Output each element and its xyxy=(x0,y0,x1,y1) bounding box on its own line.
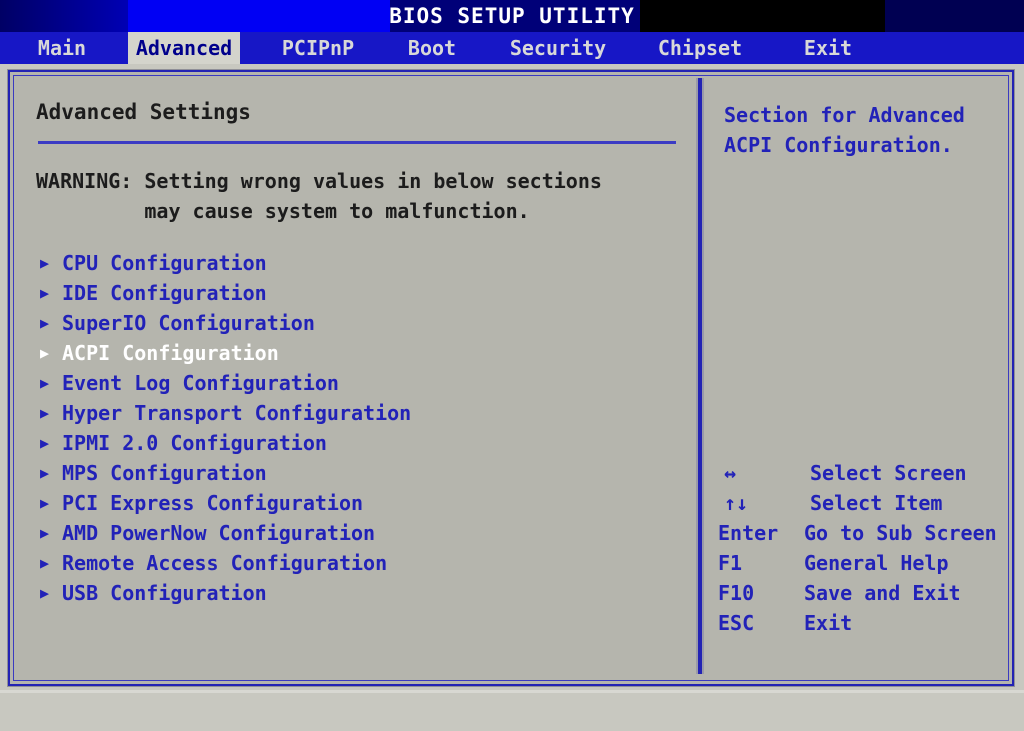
help-line-1: Section for Advanced xyxy=(724,103,965,127)
submenu-arrow-icon: ▶ xyxy=(40,284,50,302)
help-description: Section for Advanced ACPI Configuration. xyxy=(724,100,965,160)
menu-item-event-log-configuration[interactable]: ▶ Event Log Configuration xyxy=(36,368,676,398)
warning-line-2: may cause system to malfunction. xyxy=(36,199,530,223)
menu-item-label: USB Configuration xyxy=(62,581,267,605)
app-title: BIOS SETUP UTILITY xyxy=(389,4,635,28)
key-legend-key: F1 xyxy=(718,551,743,575)
key-legend-description: General Help xyxy=(804,551,949,575)
tab-main[interactable]: Main xyxy=(10,32,114,64)
heading-divider xyxy=(38,141,676,144)
menu-item-label: CPU Configuration xyxy=(62,251,267,275)
submenu-arrow-icon: ▶ xyxy=(40,584,50,602)
menu-item-label: AMD PowerNow Configuration xyxy=(62,521,376,545)
settings-panel: Advanced Settings WARNING: Setting wrong… xyxy=(18,80,690,672)
help-line-2: ACPI Configuration. xyxy=(724,133,953,157)
menu-item-amd-powernow-configuration[interactable]: ▶ AMD PowerNow Configuration xyxy=(36,518,676,548)
tab-chipset[interactable]: Chipset xyxy=(640,32,760,64)
menu-item-ipmi-2-0-configuration[interactable]: ▶ IPMI 2.0 Configuration xyxy=(36,428,676,458)
menu-item-label: SuperIO Configuration xyxy=(62,311,315,335)
key-legend-row: ↑↓ Select Item xyxy=(718,488,1004,518)
submenu-arrow-icon: ▶ xyxy=(40,464,50,482)
key-legend-description: Go to Sub Screen xyxy=(804,521,997,545)
key-legend-row: F1 General Help xyxy=(718,548,1004,578)
tab-exit[interactable]: Exit xyxy=(776,32,880,64)
key-legend-row: ↔ Select Screen xyxy=(718,458,1004,488)
tab-boot[interactable]: Boot xyxy=(396,32,468,64)
menu-item-label: Remote Access Configuration xyxy=(62,551,388,575)
key-legend-description: Select Screen xyxy=(810,461,967,485)
configuration-menu-list: ▶ CPU Configuration ▶ IDE Configuration ▶ Sup… xyxy=(36,248,676,608)
submenu-arrow-icon: ▶ xyxy=(40,554,50,572)
submenu-arrow-icon: ▶ xyxy=(40,254,50,272)
menu-item-label: ACPI Configuration xyxy=(62,341,279,365)
menu-item-usb-configuration[interactable]: ▶ USB Configuration xyxy=(36,578,676,608)
submenu-arrow-icon: ▶ xyxy=(40,494,50,512)
key-legend-key: ↔ xyxy=(724,461,737,485)
menu-item-acpi-configuration[interactable]: ▶ ACPI Configuration xyxy=(36,338,676,368)
bottom-strip xyxy=(0,690,1024,731)
menu-item-hyper-transport-configuration[interactable]: ▶ Hyper Transport Configuration xyxy=(36,398,676,428)
menu-item-mps-configuration[interactable]: ▶ MPS Configuration xyxy=(36,458,676,488)
menu-item-pci-express-configuration[interactable]: ▶ PCI Express Configuration xyxy=(36,488,676,518)
menu-item-remote-access-configuration[interactable]: ▶ Remote Access Configuration xyxy=(36,548,676,578)
menu-tab-bar: Main Advanced PCIPnP Boot Security Chipset Exi… xyxy=(0,32,1024,64)
key-legend-description: Exit xyxy=(804,611,853,635)
menu-item-superio-configuration[interactable]: ▶ SuperIO Configuration xyxy=(36,308,676,338)
submenu-arrow-icon: ▶ xyxy=(40,314,50,332)
submenu-arrow-icon: ▶ xyxy=(40,434,50,452)
tab-security[interactable]: Security xyxy=(490,32,626,64)
key-legend-description: Save and Exit xyxy=(804,581,961,605)
submenu-arrow-icon: ▶ xyxy=(40,404,50,422)
key-legend-key: Enter xyxy=(718,521,779,545)
submenu-arrow-icon: ▶ xyxy=(40,374,50,392)
menu-item-label: MPS Configuration xyxy=(62,461,267,485)
title-bar: BIOS SETUP UTILITY xyxy=(0,0,1024,32)
submenu-arrow-icon: ▶ xyxy=(40,344,50,362)
warning-text: WARNING: Setting wrong values in below s… xyxy=(36,166,602,226)
menu-item-cpu-configuration[interactable]: ▶ CPU Configuration xyxy=(36,248,676,278)
bottom-strip-highlight xyxy=(0,690,1024,693)
key-legend-row: ESC Exit xyxy=(718,608,1004,638)
bios-setup-screen: BIOS SETUP UTILITY Main Advanced PCIPnP Boo… xyxy=(0,0,1024,731)
menu-item-ide-configuration[interactable]: ▶ IDE Configuration xyxy=(36,278,676,308)
menu-item-label: Hyper Transport Configuration xyxy=(62,401,412,425)
tab-advanced[interactable]: Advanced xyxy=(128,32,240,64)
menu-item-label: PCI Express Configuration xyxy=(62,491,364,515)
menu-item-label: IDE Configuration xyxy=(62,281,267,305)
tab-pcipnp[interactable]: PCIPnP xyxy=(262,32,374,64)
key-legend-key: ESC xyxy=(718,611,755,635)
key-legend-key: ↑↓ xyxy=(724,491,749,515)
submenu-arrow-icon: ▶ xyxy=(40,524,50,542)
panel-divider xyxy=(696,78,704,674)
content-frame: Advanced Settings WARNING: Setting wrong… xyxy=(7,69,1015,687)
key-legend-row: Enter Go to Sub Screen xyxy=(718,518,1004,548)
menu-item-label: Event Log Configuration xyxy=(62,371,339,395)
page-title: Advanced Settings xyxy=(36,100,251,124)
menu-item-label: IPMI 2.0 Configuration xyxy=(62,431,327,455)
help-panel: Section for Advanced ACPI Configuration. … xyxy=(710,80,1004,672)
warning-line-1: WARNING: Setting wrong values in below s… xyxy=(36,169,602,193)
key-legend-description: Select Item xyxy=(810,491,943,515)
key-legend-row: F10 Save and Exit xyxy=(718,578,1004,608)
key-legend-list: ↔ Select Screen ↑↓ Select Item Enter Go to Su… xyxy=(718,458,1004,638)
key-legend-key: F10 xyxy=(718,581,755,605)
